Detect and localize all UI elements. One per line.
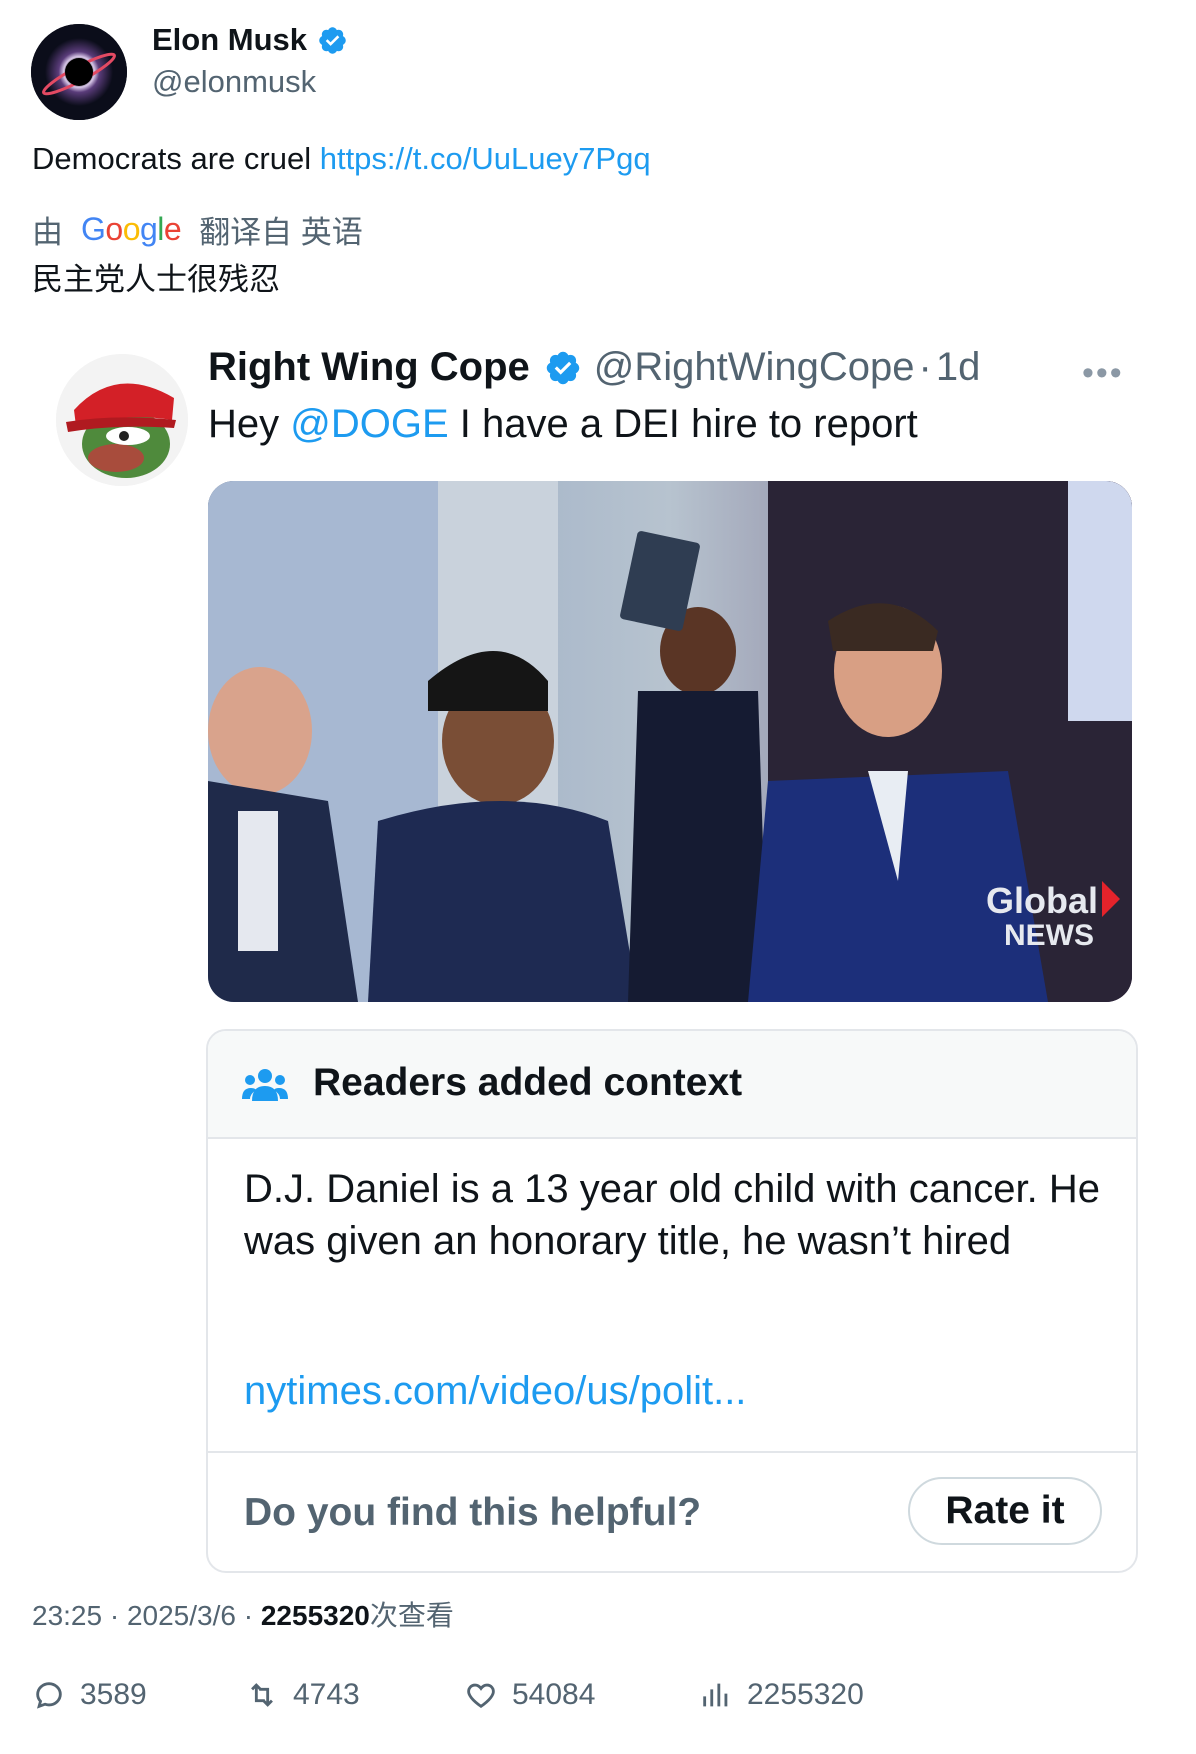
news-photo: Global NEWS	[208, 481, 1132, 1002]
quoted-separator: ·	[918, 345, 932, 389]
google-logo-icon: Google	[81, 211, 182, 247]
tweet-meta: 23:25 · 2025/3/6 · 2255320次查看	[32, 1600, 454, 1631]
quoted-media-image[interactable]: Global NEWS	[208, 481, 1132, 1002]
community-note-title: Readers added context	[313, 1061, 743, 1104]
translation-prefix: 由	[32, 215, 63, 250]
quoted-text-before: Hey	[208, 402, 291, 446]
community-note: Readers added context D.J. Daniel is a 1…	[206, 1029, 1138, 1573]
pepe-maga-hat-avatar-icon	[56, 354, 188, 486]
view-count: 2255320	[260, 1600, 370, 1631]
heart-icon	[467, 1683, 495, 1709]
people-group-icon	[242, 1069, 288, 1101]
tweet-link[interactable]: https://t.co/UuLuey7Pgq	[320, 141, 651, 176]
reply-count: 3589	[80, 1678, 147, 1711]
community-note-footer: Do you find this helpful? Rate it	[208, 1451, 1136, 1571]
quoted-mention-link[interactable]: @DOGE	[290, 402, 448, 446]
verified-badge-icon	[319, 26, 346, 54]
author-avatar[interactable]	[31, 24, 127, 120]
reply-button[interactable]: 3589	[32, 1678, 147, 1712]
tweet-date[interactable]: 2025/3/6	[127, 1600, 236, 1631]
quoted-author-name[interactable]: Right Wing Cope	[208, 345, 530, 390]
quoted-author-avatar[interactable]	[56, 354, 188, 486]
retweet-count: 4743	[293, 1678, 360, 1711]
view-count-suffix: 次查看	[369, 1600, 454, 1631]
community-note-body: D.J. Daniel is a 13 year old child with …	[244, 1167, 1100, 1263]
watermark-global: Global	[986, 880, 1098, 921]
quoted-tweet-text: Hey @DOGE I have a DEI hire to report	[208, 402, 918, 447]
community-note-header: Readers added context	[208, 1031, 1136, 1139]
rate-it-button[interactable]: Rate it	[908, 1477, 1102, 1545]
helpful-question: Do you find this helpful?	[244, 1491, 702, 1534]
author-name[interactable]: Elon Musk	[152, 22, 307, 58]
translation-attribution: 由 Google 翻译自 英语	[32, 207, 363, 252]
community-note-link[interactable]: nytimes.com/video/us/polit...	[244, 1369, 746, 1414]
views-button[interactable]: 2255320	[699, 1678, 864, 1712]
quoted-time[interactable]: 1d	[936, 345, 981, 390]
retweet-button[interactable]: 4743	[245, 1678, 360, 1712]
quoted-author-handle[interactable]: @RightWingCope	[594, 345, 915, 390]
author-handle[interactable]: @elonmusk	[152, 64, 316, 100]
views-count: 2255320	[747, 1678, 864, 1711]
watermark-news: NEWS	[1004, 919, 1094, 952]
like-count: 54084	[512, 1678, 596, 1711]
tweet-body: Democrats are cruel	[32, 141, 312, 176]
bar-chart-icon	[703, 1683, 728, 1707]
reply-icon	[36, 1682, 62, 1709]
like-button[interactable]: 54084	[464, 1678, 595, 1712]
verified-badge-icon	[546, 351, 580, 384]
quoted-text-after: I have a DEI hire to report	[448, 402, 918, 446]
tweet-time[interactable]: 23:25	[32, 1600, 102, 1631]
tweet-text: Democrats are cruel https://t.co/UuLuey7…	[32, 141, 651, 177]
action-bar: 3589 4743 54084 2255320	[32, 1678, 1162, 1718]
translated-text: 民主党人士很残忍	[32, 262, 280, 297]
translation-suffix[interactable]: 翻译自 英语	[199, 207, 363, 252]
retweet-icon	[251, 1683, 273, 1707]
black-hole-avatar-icon	[31, 24, 127, 120]
more-horizontal-icon[interactable]: •••	[1082, 354, 1124, 393]
